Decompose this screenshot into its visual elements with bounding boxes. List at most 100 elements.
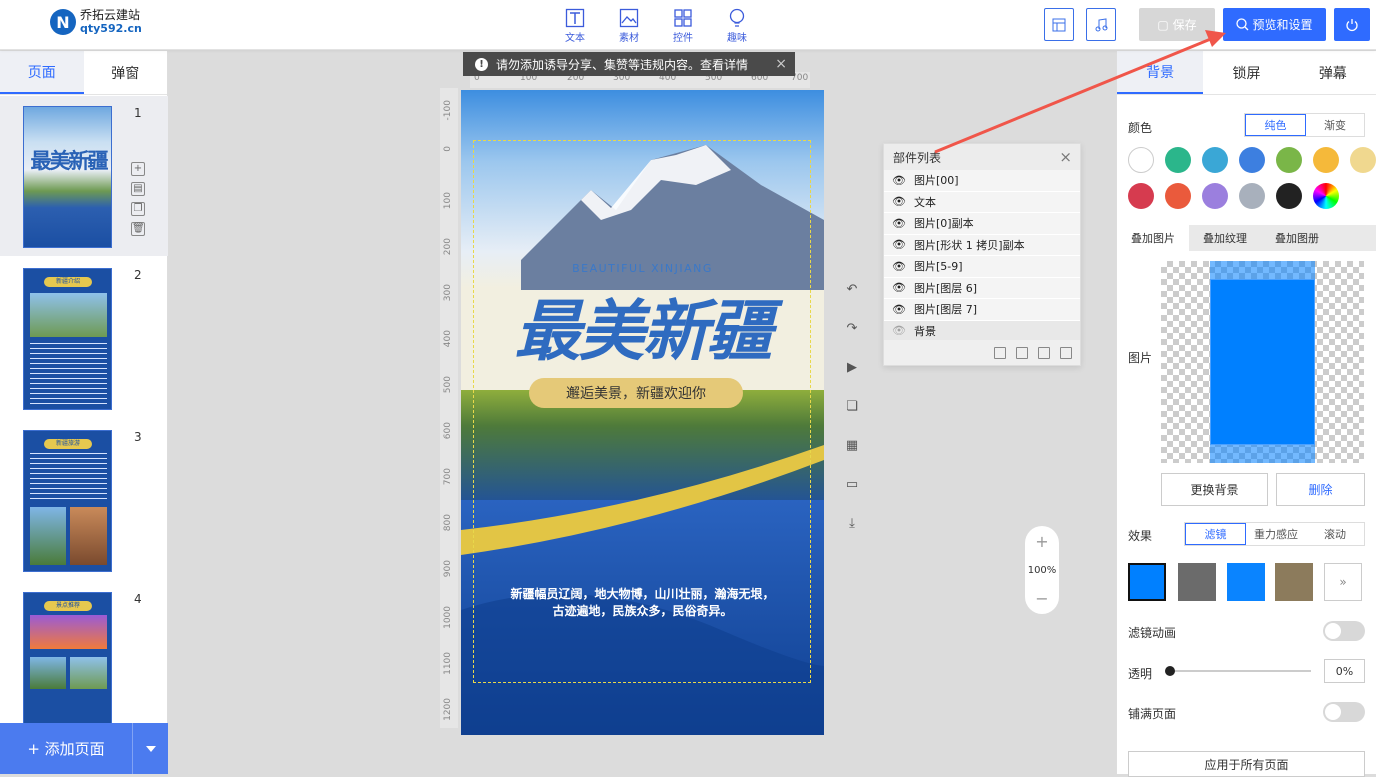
eye-icon[interactable]: 👁 — [884, 281, 914, 294]
canvas-pill[interactable]: 邂逅美景，新疆欢迎你 — [529, 378, 743, 408]
tab-pages[interactable]: 页面 — [0, 51, 84, 94]
zoom-out-icon[interactable]: − — [1035, 589, 1048, 608]
color-mode-gradient[interactable]: 渐变 — [1306, 114, 1364, 136]
layer-item[interactable]: 👁 文本 — [884, 191, 1080, 213]
filter-swatch[interactable] — [1178, 563, 1216, 601]
tab-popups[interactable]: 弹窗 — [84, 51, 168, 94]
effect-mode-filter[interactable]: 滤镜 — [1185, 523, 1246, 545]
layer-item[interactable]: 👁 图片[00] — [884, 170, 1080, 192]
fun-tool[interactable]: 趣味 — [710, 8, 764, 44]
color-swatch[interactable] — [1313, 147, 1339, 173]
canvas-body-line-2[interactable]: 古迹遍地，民族众多，民俗奇异。 — [461, 602, 824, 619]
layout-button[interactable] — [1044, 8, 1074, 41]
delete-background-button[interactable]: 删除 — [1276, 473, 1365, 506]
page-thumbnail[interactable]: 景点推荐 — [23, 592, 112, 726]
import-icon[interactable]: ⤓ — [843, 514, 861, 532]
zoom-in-icon[interactable]: + — [1035, 532, 1048, 551]
tab-lockscreen[interactable]: 锁屏 — [1203, 51, 1289, 94]
color-swatch[interactable] — [1128, 147, 1154, 173]
exit-button[interactable] — [1334, 8, 1370, 41]
copy-page-icon[interactable]: ❏ — [843, 397, 861, 415]
filter-swatch[interactable] — [1227, 563, 1265, 601]
eye-icon[interactable]: 👁 — [884, 260, 914, 273]
device-icon[interactable]: ▭ — [843, 475, 861, 493]
layer-item[interactable]: 👁 图片[图层 6] — [884, 277, 1080, 299]
page-thumbnail[interactable]: 新疆介绍 — [23, 268, 112, 410]
color-swatch[interactable] — [1202, 147, 1228, 173]
tab-danmaku[interactable]: 弹幕 — [1290, 51, 1376, 94]
close-icon[interactable]: × — [775, 56, 787, 72]
apply-all-pages-button[interactable]: 应用于所有页面 — [1128, 751, 1365, 777]
logo[interactable]: N 乔拓云建站 qty592.cn — [50, 8, 142, 36]
color-swatch[interactable] — [1239, 147, 1265, 173]
filter-swatch[interactable] — [1128, 563, 1166, 601]
color-swatch[interactable] — [1128, 183, 1154, 209]
undo-icon[interactable]: ↶ — [843, 280, 861, 298]
music-button[interactable] — [1086, 8, 1116, 41]
page-item-4[interactable]: 景点推荐 4 — [0, 582, 168, 726]
background-image-preview[interactable] — [1161, 261, 1364, 463]
color-swatch[interactable] — [1350, 147, 1376, 173]
canvas-title[interactable]: 最美新疆 — [461, 278, 824, 374]
color-swatch[interactable] — [1313, 183, 1339, 209]
eye-icon[interactable]: 👁 — [884, 303, 914, 316]
color-swatch[interactable] — [1202, 183, 1228, 209]
canvas-subtitle-en[interactable]: BEAUTIFUL XINJIANG — [461, 262, 824, 275]
color-swatch[interactable] — [1239, 183, 1265, 209]
align-icon[interactable] — [994, 346, 1006, 359]
close-icon[interactable]: × — [1059, 148, 1072, 166]
color-swatch[interactable] — [1276, 183, 1302, 209]
color-mode-solid[interactable]: 纯色 — [1245, 114, 1306, 136]
tab-overlay-album[interactable]: 叠加图册 — [1261, 225, 1333, 251]
page-thumbnail[interactable]: 新疆旅游 — [23, 430, 112, 572]
opacity-slider[interactable] — [1165, 666, 1311, 676]
duplicate-icon[interactable] — [1016, 346, 1028, 359]
layer-item[interactable]: 👁 图片[形状 1 拷贝]副本 — [884, 234, 1080, 256]
slider-handle[interactable] — [1165, 666, 1175, 676]
preview-settings-button[interactable]: 预览和设置 — [1223, 8, 1326, 41]
grid-icon[interactable]: ▦ — [843, 436, 861, 454]
trash-icon[interactable] — [1060, 346, 1072, 359]
eye-icon[interactable]: 👁 — [884, 195, 914, 208]
page-item-3[interactable]: 新疆旅游 3 — [0, 420, 168, 580]
eye-icon[interactable]: 👁 — [884, 238, 914, 251]
delete-icon[interactable]: 🗑 — [131, 222, 145, 236]
add-page-button[interactable]: + 添加页面 — [0, 723, 168, 774]
eye-icon[interactable]: 👁 — [884, 324, 914, 337]
filter-swatch[interactable] — [1275, 563, 1313, 601]
text-tool[interactable]: 文本 — [548, 8, 602, 44]
page-canvas[interactable]: BEAUTIFUL XINJIANG 最美新疆 邂逅美景，新疆欢迎你 新疆幅员辽… — [461, 90, 824, 735]
layer-item[interactable]: 👁 背景 — [884, 320, 1080, 342]
tab-overlay-texture[interactable]: 叠加纹理 — [1189, 225, 1261, 251]
color-swatch[interactable] — [1165, 147, 1191, 173]
page-item-1[interactable]: 最美新疆 1 + ▤ ❐ 🗑 — [0, 96, 168, 256]
filter-animation-toggle[interactable] — [1323, 621, 1365, 641]
layer-item[interactable]: 👁 图片[5-9] — [884, 256, 1080, 278]
notice-text[interactable]: 请勿添加诱导分享、集赞等违规内容。查看详情 — [496, 56, 748, 73]
fill-page-toggle[interactable] — [1323, 702, 1365, 722]
color-swatch[interactable] — [1165, 183, 1191, 209]
effect-mode-gravity[interactable]: 重力感应 — [1246, 523, 1306, 545]
tab-overlay-image[interactable]: 叠加图片 — [1117, 225, 1189, 251]
add-page-icon[interactable]: + — [131, 162, 145, 176]
replace-background-button[interactable]: 更换背景 — [1161, 473, 1268, 506]
layer-item[interactable]: 👁 图片[0]副本 — [884, 213, 1080, 235]
layer-item[interactable]: 👁 图片[图层 7] — [884, 299, 1080, 321]
canvas-body-line-1[interactable]: 新疆幅员辽阔，地大物博，山川壮丽，瀚海无垠， — [461, 585, 824, 602]
tab-background[interactable]: 背景 — [1117, 51, 1204, 94]
opacity-value[interactable]: 0% — [1324, 659, 1365, 683]
material-tool[interactable]: 素材 — [602, 8, 656, 44]
eye-icon[interactable]: 👁 — [884, 174, 914, 187]
template-icon[interactable]: ▤ — [131, 182, 145, 196]
more-filters-icon[interactable]: » — [1324, 563, 1362, 601]
color-swatch[interactable] — [1276, 147, 1302, 173]
redo-icon[interactable]: ↷ — [843, 319, 861, 337]
folder-icon[interactable] — [1038, 346, 1050, 359]
effect-mode-scroll[interactable]: 滚动 — [1306, 523, 1364, 545]
save-button[interactable]: ▢ 保存 — [1139, 8, 1215, 41]
page-thumbnail[interactable]: 最美新疆 — [23, 106, 112, 248]
widget-tool[interactable]: 控件 — [656, 8, 710, 44]
play-icon[interactable]: ▶ — [843, 358, 861, 376]
eye-icon[interactable]: 👁 — [884, 217, 914, 230]
copy-icon[interactable]: ❐ — [131, 202, 145, 216]
